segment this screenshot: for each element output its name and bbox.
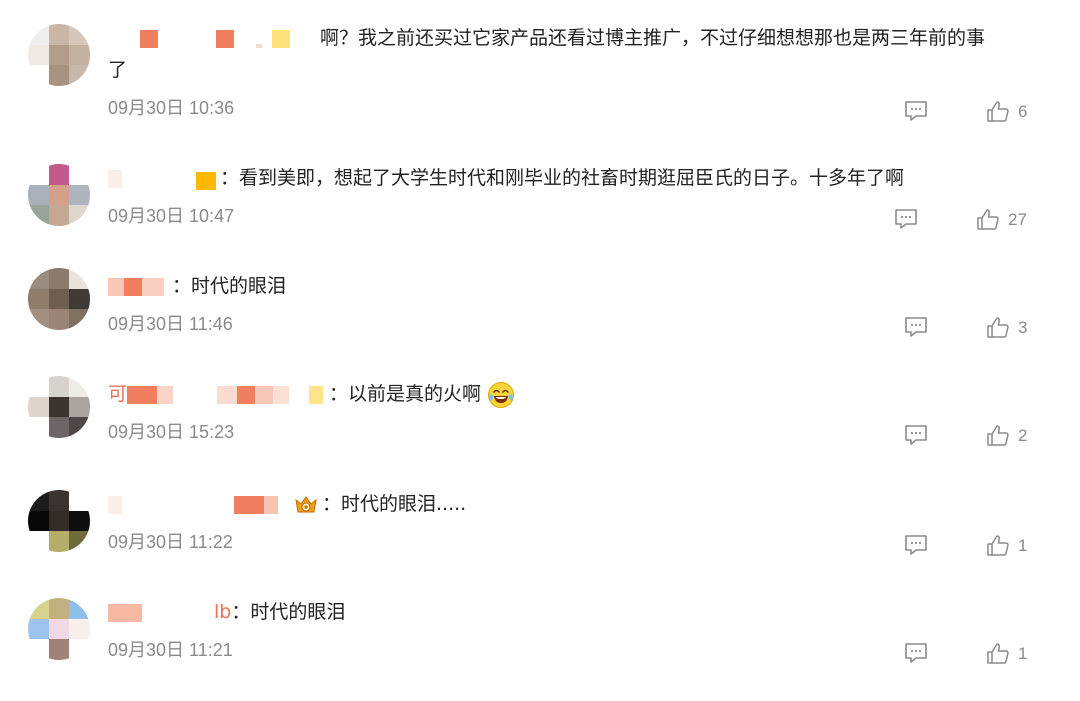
comment-time: 09月30日 11:21 (108, 640, 233, 660)
avatar[interactable] (28, 598, 90, 660)
like-count: 6 (1018, 102, 1028, 121)
like-button[interactable]: 1 (986, 534, 1027, 558)
like-button[interactable]: 2 (986, 424, 1027, 448)
avatar[interactable] (28, 164, 90, 226)
comment-text-line: ：看到美即，想起了大学生时代和刚毕业的社畜时期逛屈臣氏的日子。十多年了啊 (108, 162, 1032, 194)
username[interactable] (127, 384, 329, 406)
comment-text: 时代的眼泪 (250, 601, 346, 623)
comment-time: 09月30日 11:22 (108, 532, 233, 552)
thumbs-up-icon (987, 425, 1009, 446)
reply-button[interactable] (904, 424, 928, 446)
comment-list: 啊？我之前还买过它家产品还看过博主推广，不过仔细想想那也是两三年前的事 了 09… (0, 0, 1080, 701)
comment-icon (905, 101, 927, 121)
comment-text-line: lb：时代的眼泪 (108, 596, 1032, 628)
like-button[interactable]: 6 (986, 100, 1027, 124)
like-button[interactable]: 27 (976, 208, 1027, 232)
username-suffix[interactable]: lb (214, 601, 231, 623)
username[interactable] (108, 276, 172, 298)
username[interactable] (108, 494, 292, 516)
like-count: 27 (1008, 210, 1027, 229)
username[interactable] (108, 602, 214, 624)
reply-button[interactable] (904, 534, 928, 556)
like-count: 3 (1018, 318, 1028, 337)
comment-icon (905, 425, 927, 445)
comment-text-continued: 了 (108, 59, 128, 81)
comment-text: 时代的眼泪..... (341, 493, 467, 515)
comment-text: 以前是真的火啊 (348, 383, 482, 405)
comment-text-line: ：时代的眼泪 (108, 270, 1032, 302)
reply-button[interactable] (894, 208, 918, 230)
comment-text: 时代的眼泪 (191, 275, 287, 297)
reply-button[interactable] (904, 642, 928, 664)
thumbs-up-icon (987, 643, 1009, 664)
comment-text-line: 可 ：以前是真的火啊 (108, 378, 1032, 410)
comment-icon (895, 209, 917, 229)
thumbs-up-icon (987, 535, 1009, 556)
username[interactable] (108, 168, 220, 190)
comment-time: 09月30日 15:23 (108, 422, 235, 442)
thumbs-up-icon (987, 101, 1009, 122)
username[interactable] (108, 28, 320, 50)
comment-time: 09月30日 10:47 (108, 206, 235, 226)
avatar[interactable] (28, 268, 90, 330)
crying-laughing-emoji (488, 381, 515, 408)
comment-text-line: 啊？我之前还买过它家产品还看过博主推广，不过仔细想想那也是两三年前的事 了 (108, 22, 1032, 86)
comment-text-line: ：时代的眼泪..... (108, 488, 1032, 520)
crown-badge-icon (295, 495, 317, 512)
like-button[interactable]: 1 (986, 642, 1027, 666)
comment-time: 09月30日 11:46 (108, 314, 233, 334)
like-button[interactable]: 3 (986, 316, 1027, 340)
comment-icon (905, 317, 927, 337)
thumbs-up-icon (977, 209, 999, 230)
like-count: 1 (1018, 536, 1028, 555)
comment-icon (905, 643, 927, 663)
avatar[interactable] (28, 490, 90, 552)
like-count: 2 (1018, 426, 1028, 445)
comment-time: 09月30日 10:36 (108, 98, 235, 118)
like-count: 1 (1018, 644, 1028, 663)
avatar[interactable] (28, 24, 90, 86)
reply-button[interactable] (904, 316, 928, 338)
avatar[interactable] (28, 376, 90, 438)
reply-button[interactable] (904, 100, 928, 122)
comment-text: 看到美即，想起了大学生时代和刚毕业的社畜时期逛屈臣氏的日子。十多年了啊 (239, 167, 905, 189)
thumbs-up-icon (987, 317, 1009, 338)
comment-icon (905, 535, 927, 555)
comment-text: 啊？我之前还买过它家产品还看过博主推广，不过仔细想想那也是两三年前的事 (320, 27, 986, 49)
username-prefix[interactable]: 可 (108, 383, 127, 405)
